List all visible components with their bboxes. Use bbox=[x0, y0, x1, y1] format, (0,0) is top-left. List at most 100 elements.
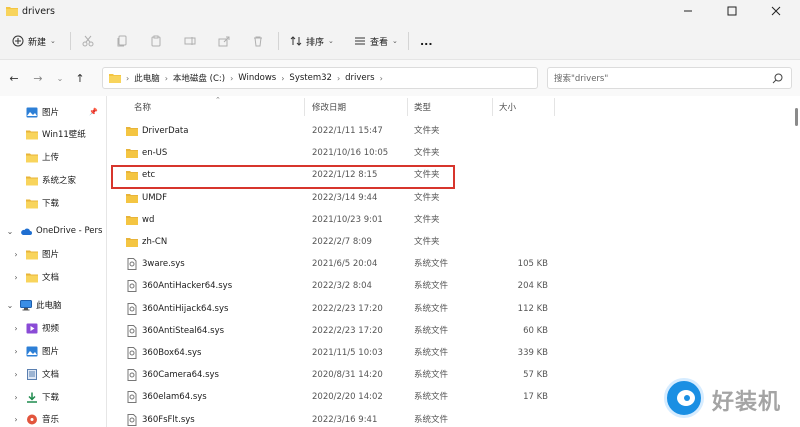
folder-icon bbox=[26, 153, 38, 162]
chevron-right-icon: › bbox=[281, 73, 285, 83]
file-date: 2020/8/31 14:20 bbox=[312, 370, 383, 381]
sidebar-item-label: Win11壁纸 bbox=[42, 130, 86, 140]
folder-row[interactable]: UMDF 2022/3/14 9:44 文件夹 bbox=[108, 187, 792, 209]
highlight-box bbox=[111, 165, 455, 189]
column-header-name[interactable]: 名称 bbox=[134, 96, 304, 118]
folder-row[interactable]: en-US 2021/10/16 10:05 文件夹 bbox=[108, 142, 792, 164]
minimize-button[interactable] bbox=[666, 0, 710, 22]
music-icon bbox=[27, 414, 37, 424]
file-type: 系统文件 bbox=[414, 348, 449, 358]
column-divider[interactable] bbox=[304, 98, 305, 116]
file-date: 2021/10/23 9:01 bbox=[312, 214, 383, 225]
file-type: 系统文件 bbox=[414, 303, 449, 314]
sidebar-item-label: 下载 bbox=[42, 199, 60, 209]
rename-button[interactable] bbox=[184, 31, 196, 51]
sidebar-item-pictures-pinned[interactable]: 图片 📌 bbox=[0, 102, 104, 122]
chevron-right-icon: › bbox=[126, 73, 130, 83]
recent-locations-button[interactable]: ⌄ bbox=[52, 70, 68, 86]
rename-icon bbox=[184, 37, 196, 45]
new-button[interactable]: 新建 ⌄ bbox=[12, 31, 56, 51]
forward-button[interactable]: → bbox=[30, 70, 46, 86]
copy-icon bbox=[117, 35, 127, 47]
system-file-icon bbox=[127, 280, 137, 293]
more-options-button[interactable]: ... bbox=[420, 31, 433, 51]
sidebar-item-label: 系统之家 bbox=[42, 176, 77, 186]
chevron-right-icon: › bbox=[230, 73, 234, 83]
chevron-down-icon[interactable]: ⌄ bbox=[6, 227, 14, 236]
chevron-right-icon: › bbox=[379, 73, 383, 83]
chevron-down-icon[interactable]: ⌄ bbox=[6, 301, 14, 310]
file-date: 2021/6/5 20:04 bbox=[312, 259, 378, 270]
videos-icon bbox=[26, 323, 38, 333]
column-divider[interactable] bbox=[492, 98, 493, 116]
system-file-icon bbox=[127, 369, 137, 382]
file-date: 2020/2/20 14:02 bbox=[312, 392, 383, 403]
chevron-right-icon: › bbox=[336, 73, 341, 83]
pane-splitter[interactable] bbox=[106, 96, 107, 427]
column-header-label: 大小 bbox=[499, 103, 517, 113]
file-row[interactable]: 360AntiHacker64.sys 2022/3/2 8:04 系统文件 204 … bbox=[108, 275, 792, 297]
file-name: 360FsFlt.sys bbox=[142, 414, 195, 425]
breadcrumb-drivers[interactable]: drivers bbox=[345, 73, 374, 83]
file-type: 系统文件 bbox=[414, 370, 449, 381]
file-name: zh-CN bbox=[142, 237, 168, 247]
chevron-right-icon[interactable]: › bbox=[12, 415, 20, 424]
file-row[interactable]: 360AntiSteal64.sys 2022/2/23 17:20 系统文件 60 … bbox=[108, 320, 792, 342]
cloud-icon bbox=[21, 228, 32, 235]
scrollbar-thumb[interactable] bbox=[795, 108, 798, 126]
up-button[interactable]: ↑ bbox=[72, 70, 88, 86]
chevron-down-icon: ⌄ bbox=[392, 37, 398, 45]
chevron-right-icon[interactable]: › bbox=[12, 370, 20, 379]
delete-button[interactable] bbox=[252, 31, 264, 51]
close-button[interactable] bbox=[754, 0, 798, 22]
column-header-label: 类型 bbox=[414, 103, 432, 113]
breadcrumb-system32[interactable]: System32 bbox=[289, 73, 332, 83]
folder-icon bbox=[126, 127, 138, 136]
search-input[interactable]: 搜索"drivers" bbox=[547, 67, 792, 89]
chevron-right-icon[interactable]: › bbox=[12, 347, 20, 356]
sort-label: 排序 bbox=[306, 37, 325, 48]
system-file-icon bbox=[127, 413, 137, 426]
folder-row[interactable]: DriverData 2022/1/11 15:47 文件夹 bbox=[108, 120, 792, 142]
navigation-pane: 图片 📌 Win11壁纸 上传 系统之家 下载 ⌄ OneDrive - Per… bbox=[0, 96, 104, 427]
file-date: 2022/2/7 8:09 bbox=[312, 237, 372, 247]
cut-button[interactable] bbox=[82, 31, 94, 51]
folder-row[interactable]: zh-CN 2022/2/7 8:09 文件夹 bbox=[108, 231, 792, 253]
file-type: 系统文件 bbox=[414, 259, 449, 270]
chevron-right-icon[interactable]: › bbox=[12, 250, 20, 259]
file-row[interactable]: 360AntiHijack64.sys 2022/2/23 17:20 系统文件 11… bbox=[108, 298, 792, 320]
paste-button[interactable] bbox=[150, 31, 162, 51]
file-name: wd bbox=[142, 214, 155, 225]
file-type: 文件夹 bbox=[414, 148, 440, 159]
breadcrumb-windows[interactable]: Windows bbox=[238, 73, 276, 83]
file-type: 文件夹 bbox=[414, 126, 440, 136]
breadcrumb-local-disk[interactable]: 本地磁盘 (C:) bbox=[173, 72, 225, 84]
sort-button[interactable]: 排序 ⌄ bbox=[290, 31, 334, 51]
copy-button[interactable] bbox=[116, 31, 128, 51]
chevron-right-icon[interactable]: › bbox=[12, 324, 20, 333]
breadcrumb-this-pc[interactable]: 此电脑 bbox=[134, 72, 160, 84]
file-type: 系统文件 bbox=[414, 281, 449, 292]
file-size: 57 KB bbox=[523, 370, 548, 381]
share-button[interactable] bbox=[218, 31, 230, 51]
file-name: 360AntiHijack64.sys bbox=[142, 303, 229, 314]
view-button[interactable]: 查看 ⌄ bbox=[354, 31, 398, 51]
sidebar-item-label: 视频 bbox=[42, 324, 60, 334]
column-divider[interactable] bbox=[407, 98, 408, 116]
chevron-right-icon[interactable]: › bbox=[12, 273, 20, 282]
chevron-right-icon[interactable]: › bbox=[12, 393, 20, 402]
file-row[interactable]: 3ware.sys 2021/6/5 20:04 系统文件 105 KB bbox=[108, 253, 792, 275]
divider bbox=[278, 32, 279, 50]
column-header-size[interactable]: 大小 bbox=[499, 96, 559, 118]
file-row[interactable]: 360Box64.sys 2021/11/5 10:03 系统文件 339 KB bbox=[108, 342, 792, 364]
system-file-icon bbox=[127, 302, 137, 315]
maximize-button[interactable] bbox=[710, 0, 754, 22]
folder-row[interactable]: wd 2021/10/23 9:01 文件夹 bbox=[108, 209, 792, 231]
column-header-type[interactable]: 类型 bbox=[414, 96, 494, 118]
back-button[interactable]: ← bbox=[6, 70, 22, 86]
sidebar-item-label: 图片 bbox=[42, 347, 60, 357]
column-header-date[interactable]: 修改日期 bbox=[312, 96, 407, 118]
file-size: 17 KB bbox=[523, 392, 548, 403]
column-divider[interactable] bbox=[554, 98, 555, 116]
address-bar[interactable]: › 此电脑 › 本地磁盘 (C:) › Windows › System32 ›… bbox=[102, 67, 538, 89]
